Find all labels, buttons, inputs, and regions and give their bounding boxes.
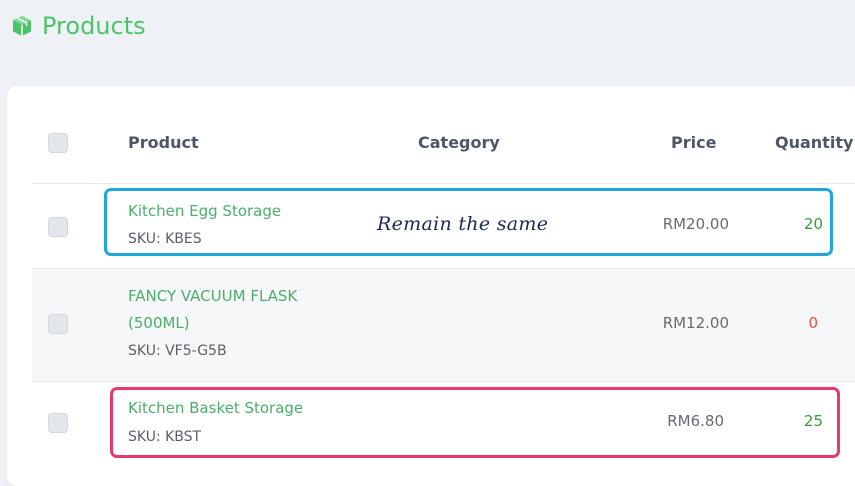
box-icon <box>10 14 34 38</box>
product-sku: SKU: VF5-G5B <box>128 343 227 359</box>
annotation-note: Remain the same <box>377 213 549 235</box>
page-title-text: Products <box>42 12 146 40</box>
row-checkbox[interactable] <box>48 413 68 433</box>
select-all-checkbox[interactable] <box>48 133 68 153</box>
column-header-category[interactable]: Category <box>418 131 500 155</box>
column-header-quantity[interactable]: Quantity <box>775 131 853 155</box>
column-header-price[interactable]: Price <box>671 131 716 155</box>
row-checkbox[interactable] <box>48 217 68 237</box>
product-name-link-line2[interactable]: (500ML) <box>128 310 190 337</box>
product-name-link[interactable]: FANCY VACUUM FLASK <box>128 283 297 310</box>
product-quantity: 0 <box>808 314 818 332</box>
column-header-product[interactable]: Product <box>128 131 199 155</box>
page-title: Products <box>10 12 146 40</box>
highlight-box-pink <box>110 387 840 458</box>
product-price: RM12.00 <box>662 314 729 332</box>
row-checkbox[interactable] <box>48 314 68 334</box>
